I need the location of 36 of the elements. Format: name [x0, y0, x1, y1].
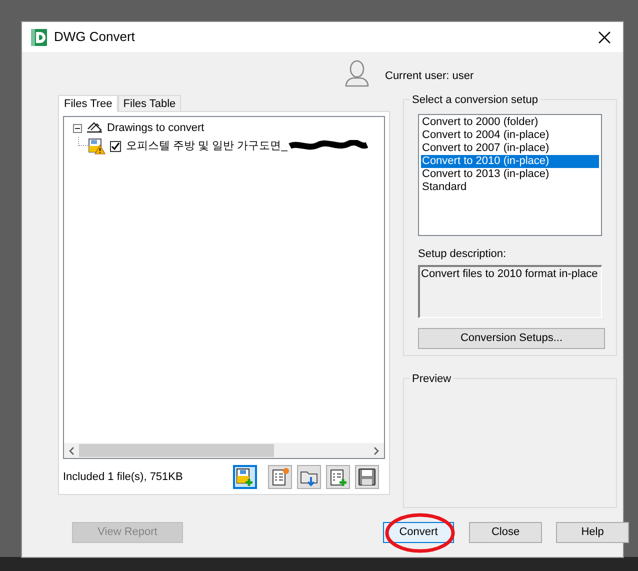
window-title: DWG Convert	[54, 28, 135, 46]
save-icon[interactable]	[355, 465, 379, 489]
setup-list-item[interactable]: Convert to 2000 (folder)	[421, 116, 599, 129]
close-icon[interactable]	[598, 30, 611, 44]
tab[interactable]: Files Table	[118, 95, 181, 111]
checkbox[interactable]	[110, 140, 121, 152]
setup-list-item[interactable]: Standard	[421, 181, 599, 194]
setup-list-item[interactable]: Convert to 2007 (in-place)	[421, 142, 599, 155]
scroll-right-icon[interactable]	[374, 446, 379, 454]
folder-icon[interactable]	[297, 465, 321, 489]
tree-item-label: Drawings to convert	[107, 120, 204, 136]
current-user-label: Current user: user	[385, 68, 474, 84]
tab[interactable]: Files Tree	[58, 95, 118, 112]
group-title: Select a conversion setup	[410, 92, 540, 108]
setup-list-item[interactable]: Convert to 2013 (in-place)	[421, 168, 599, 181]
scroll-left-icon[interactable]	[69, 446, 74, 454]
dialog-button[interactable]: Close	[469, 522, 542, 543]
conversion-setups-button[interactable]: Conversion Setups...	[418, 328, 605, 348]
file-warning-icon	[88, 138, 106, 154]
dialog-button[interactable]: Help	[556, 522, 629, 543]
drawings-icon	[86, 121, 103, 135]
horizontal-scrollbar[interactable]	[64, 443, 384, 458]
app-logo-icon	[31, 28, 47, 46]
description-box: Convert files to 2010 format in-place	[418, 264, 602, 318]
status-text: Included 1 file(s), 751KB	[63, 470, 184, 485]
list-icon[interactable]	[268, 465, 292, 489]
setup-list-item[interactable]: Convert to 2004 (in-place)	[421, 129, 599, 142]
user-icon	[345, 60, 369, 86]
tree-item-label: 오피스텔 주방 및 일반 가구도면_	[126, 138, 288, 154]
add-file-icon[interactable]	[233, 465, 257, 489]
collapse-icon[interactable]	[73, 124, 82, 132]
description-label: Setup description:	[418, 247, 508, 262]
list-add-icon[interactable]	[326, 465, 350, 489]
scrollbar-thumb[interactable]	[79, 444, 274, 457]
setup-listbox[interactable]: Convert to 2000 (folder) Convert to 2004 (in-place) Convert to 2007 (in-place) Convert to 2010 (in-place) Convert to 2013 (in-place) Standard	[418, 114, 602, 236]
setup-list-item[interactable]: Convert to 2010 (in-place)	[421, 155, 599, 168]
